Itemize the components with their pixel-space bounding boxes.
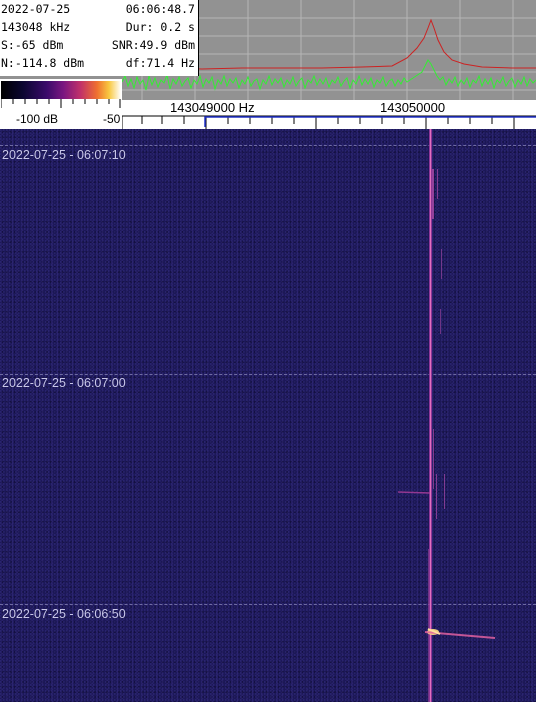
waterfall-display[interactable]: 2022-07-25 - 06:07:10 2022-07-25 - 06:07…	[0, 129, 536, 702]
frequency-axis[interactable]: 143049000 Hz 143050000	[122, 100, 536, 129]
info-date: 2022-07-25	[1, 2, 71, 16]
axis-ticks	[122, 115, 536, 129]
colorbar-ticks	[1, 99, 121, 108]
info-duration: Dur: 0.2 s	[125, 20, 195, 34]
info-time: 06:06:48.7	[125, 2, 195, 16]
info-snr: SNR:49.9 dBm	[111, 38, 195, 52]
info-frequency: 143048 kHz	[1, 20, 71, 34]
colorbar-max-label: -50	[103, 112, 121, 126]
doppler-streak	[397, 491, 496, 639]
passband-marker	[204, 116, 536, 127]
signal-info-panel: 2022-07-25 06:06:48.7 143048 kHz Dur: 0.…	[0, 0, 199, 76]
colorbar-legend: -100 dB -50	[0, 79, 122, 129]
signal-traces	[397, 129, 496, 702]
info-df: df:71.4 Hz	[125, 56, 195, 70]
info-signal: S:-65 dBm	[1, 38, 64, 52]
colorbar-min-label: -100 dB	[16, 112, 59, 126]
carrier-signal	[428, 129, 445, 702]
colorbar-gradient	[1, 81, 121, 99]
info-noise: N:-114.8 dBm	[1, 56, 85, 70]
